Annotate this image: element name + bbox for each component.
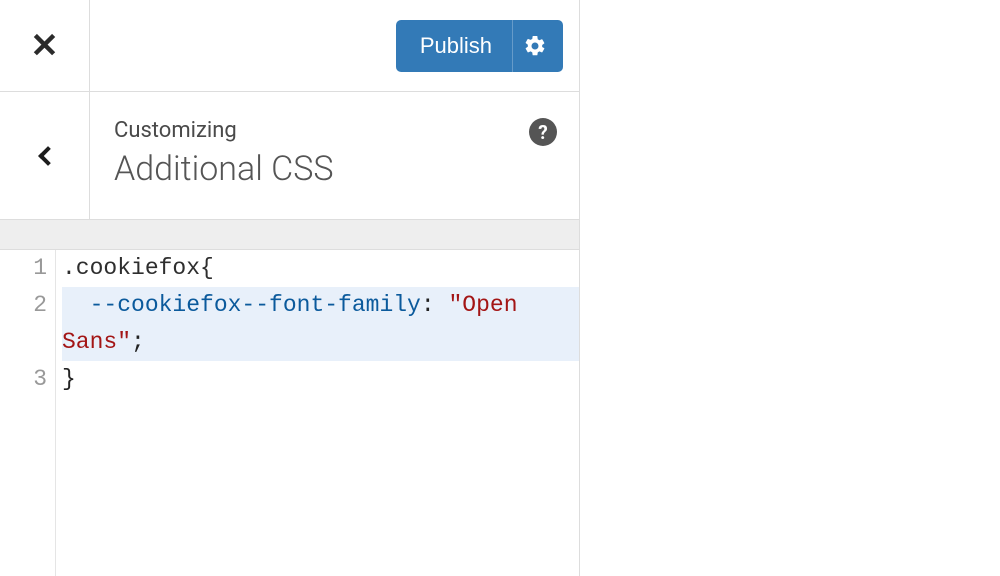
publish-label: Publish	[396, 33, 512, 59]
line-number: 1	[0, 250, 47, 287]
section-header: Customizing Additional CSS ?	[0, 92, 579, 220]
section-title: Additional CSS	[114, 149, 555, 189]
line-gutter: 1 2 3	[0, 250, 56, 576]
code-line: .cookiefox{	[62, 250, 579, 287]
section-eyebrow: Customizing	[114, 118, 555, 143]
back-button[interactable]	[0, 92, 90, 219]
gear-icon	[523, 34, 547, 58]
section-spacer	[0, 220, 579, 250]
publish-actions: Publish	[90, 0, 579, 91]
close-icon: ✕	[30, 29, 59, 63]
publish-button[interactable]: Publish	[396, 20, 563, 72]
close-button[interactable]: ✕	[0, 0, 90, 91]
customizer-header: ✕ Publish	[0, 0, 579, 92]
section-title-area: Customizing Additional CSS ?	[90, 92, 579, 219]
help-button[interactable]: ?	[529, 118, 557, 146]
css-editor[interactable]: 1 2 3 .cookiefox{ --cookiefox--font-fami…	[0, 250, 579, 576]
code-line-active: --cookiefox--font-family: "Open Sans";	[62, 287, 579, 361]
code-line: }	[62, 361, 579, 398]
help-icon: ?	[538, 121, 547, 144]
line-number: 3	[0, 361, 47, 398]
line-number: 2	[0, 287, 47, 361]
publish-settings-toggle[interactable]	[512, 20, 563, 72]
code-content[interactable]: .cookiefox{ --cookiefox--font-family: "O…	[56, 250, 579, 576]
chevron-left-icon	[38, 146, 58, 166]
preview-pane	[580, 0, 1000, 576]
customizer-sidebar: ✕ Publish Customizing Additional CSS ? 1	[0, 0, 580, 576]
